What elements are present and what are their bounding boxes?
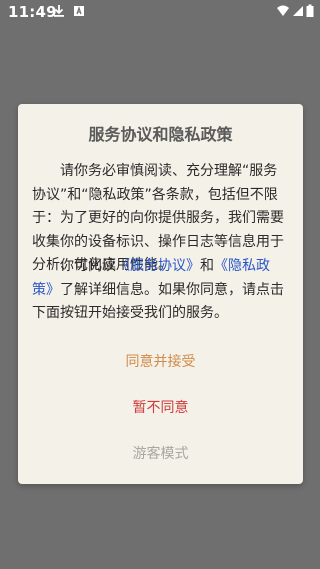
service-agreement-link[interactable]: 《服务协议》	[116, 258, 200, 274]
paragraph-2-prefix: 你可阅读	[60, 258, 116, 274]
disagree-button[interactable]: 暂不同意	[18, 398, 303, 418]
paragraph-2-suffix: 了解详细信息。如果你同意，请点击下面按钮开始接受我们的服务。	[32, 281, 284, 322]
signal-icon	[293, 6, 303, 16]
agree-button[interactable]: 同意并接受	[18, 352, 303, 372]
download-icon	[54, 5, 64, 17]
wifi-icon	[277, 5, 289, 16]
notification-icon	[74, 6, 84, 16]
dialog-title: 服务协议和隐私政策	[88, 125, 233, 144]
privacy-dialog: 服务协议和隐私政策 请你务必审慎阅读、充分理解“服务协议”和“隐私政策”各条款，…	[18, 104, 303, 484]
status-bar: 11:49	[0, 0, 320, 24]
guest-mode-button[interactable]: 游客模式	[18, 444, 303, 464]
battery-icon	[306, 4, 314, 17]
dialog-paragraph-2: 你可阅读《服务协议》和《隐私政策》了解详细信息。如果你同意，请点击下面按钮开始接…	[32, 255, 290, 326]
status-time: 11:49	[8, 3, 57, 21]
paragraph-2-middle: 和	[200, 258, 214, 274]
